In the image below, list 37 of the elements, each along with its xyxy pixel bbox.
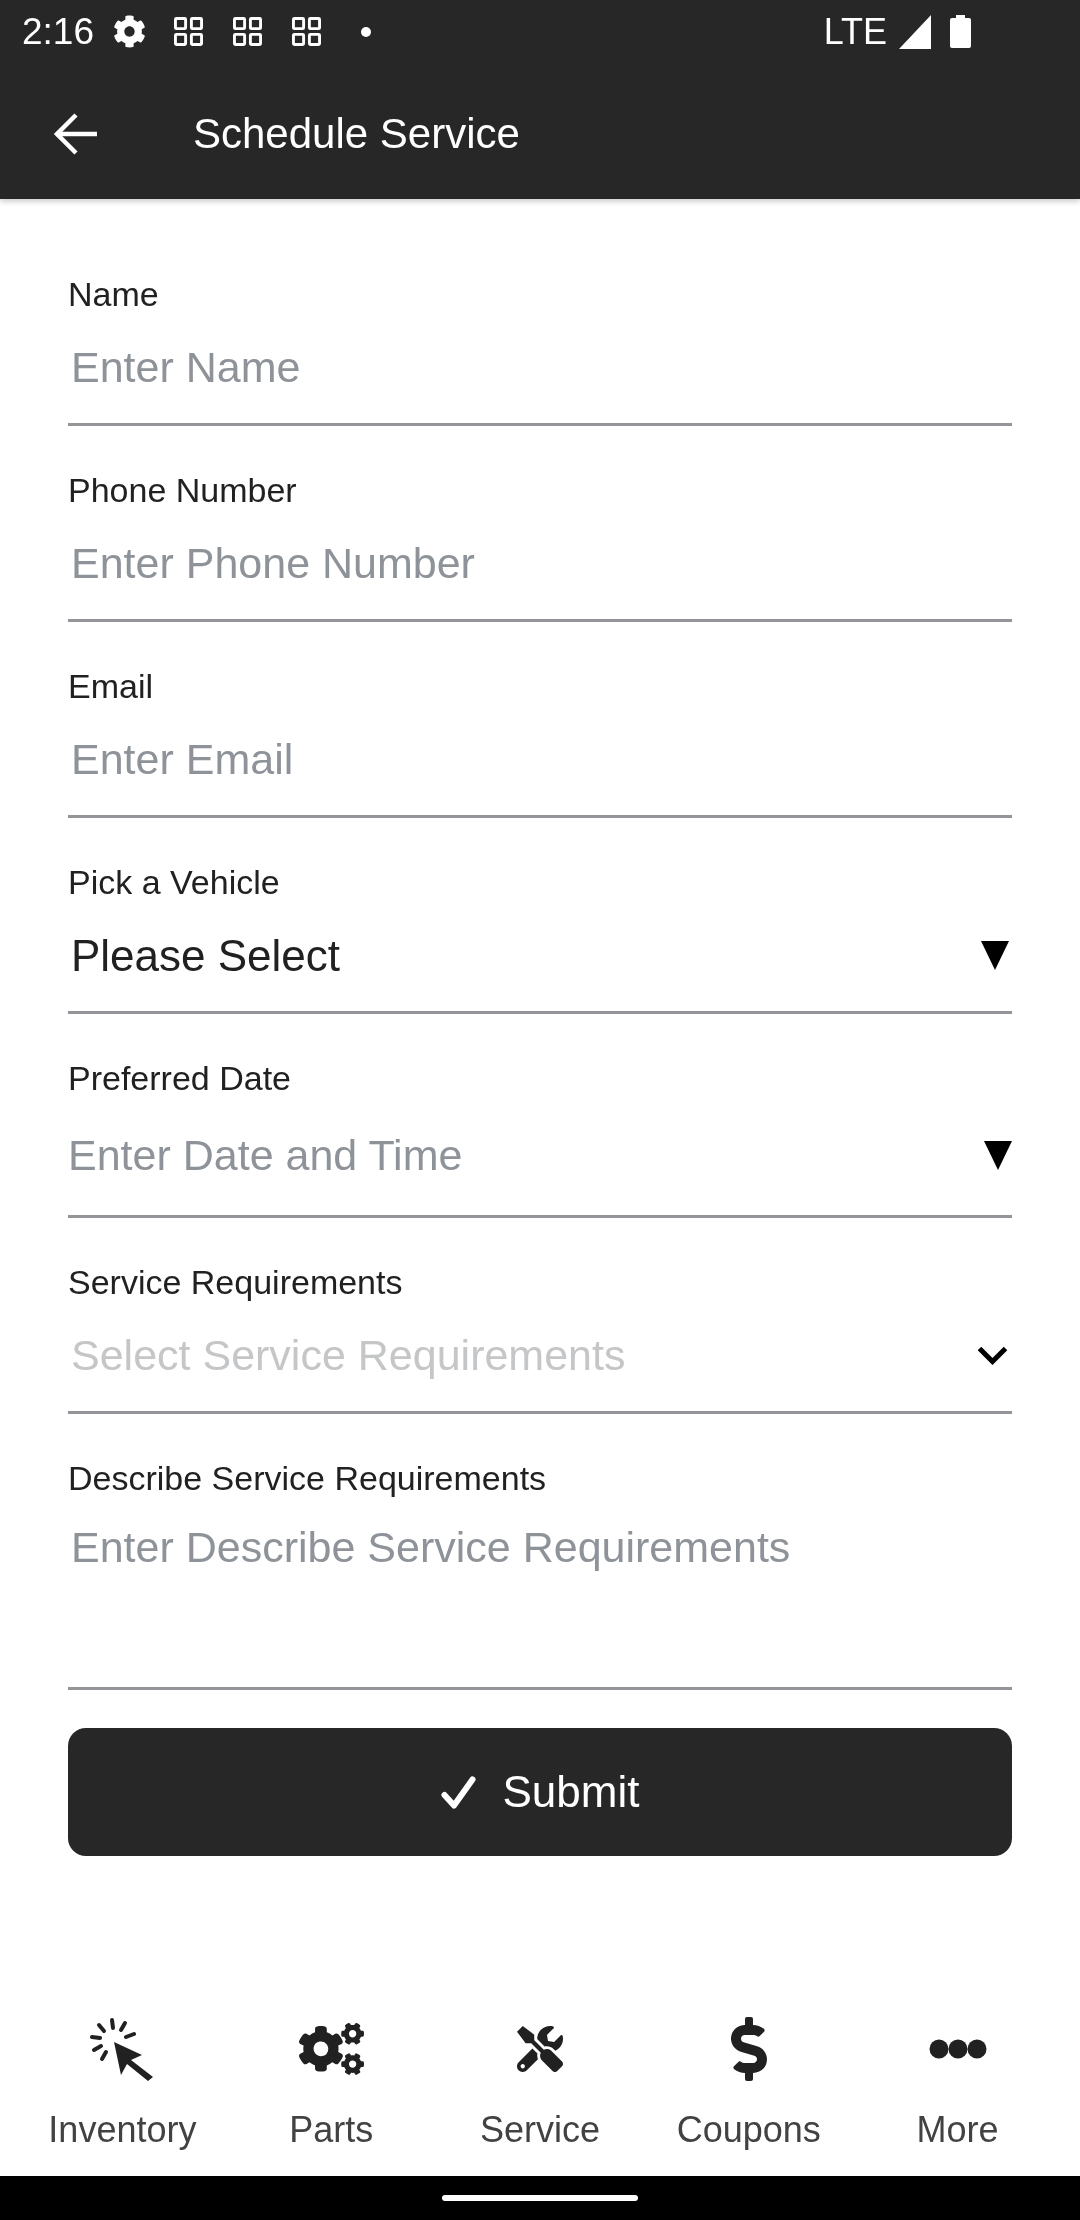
wrench-screwdriver-icon	[517, 2026, 563, 2072]
nav-tab[interactable]: Coupons	[644, 2016, 854, 2150]
nav-tab[interactable]: Service	[435, 2016, 645, 2150]
dropdown[interactable]: Please Select	[68, 900, 1012, 1014]
signal-icon	[899, 14, 931, 49]
field-label: Describe Service Requirements	[68, 1460, 548, 1496]
network-type: LTE	[823, 11, 887, 52]
field-label: Email	[68, 668, 155, 704]
more-icon	[928, 2039, 987, 2059]
cursor-click-icon	[89, 2016, 155, 2082]
nav-tab[interactable]: Parts	[226, 2016, 436, 2150]
field-label: Service Requirements	[68, 1264, 404, 1300]
caret-down-icon	[984, 1141, 1012, 1170]
battery-icon	[950, 15, 971, 48]
submit-button[interactable]: Submit	[68, 1728, 1012, 1856]
grid-icon	[233, 17, 262, 46]
chevron-down-icon	[977, 1346, 1008, 1365]
caret-down-icon	[981, 941, 1009, 970]
field-label: Name	[68, 276, 160, 312]
dot-icon	[361, 26, 371, 37]
field-label: Pick a Vehicle	[68, 864, 281, 900]
settings-icon	[113, 15, 146, 48]
text-area[interactable]: Enter Describe Service Requirements	[68, 1496, 1012, 1690]
text-input[interactable]: Enter Phone Number	[68, 508, 1012, 622]
text-input[interactable]: Enter Name	[68, 312, 1012, 426]
checkmark-icon	[440, 1775, 476, 1809]
field-label: Phone Number	[68, 472, 298, 508]
grid-icon	[292, 17, 321, 46]
screen-title: Schedule Service	[193, 109, 520, 159]
nav-tab[interactable]: More	[853, 2016, 1062, 2150]
field-label: Preferred Date	[68, 1060, 292, 1096]
status-time: 2:16	[22, 11, 94, 52]
text-input[interactable]: Enter Email	[68, 704, 1012, 818]
nav-tab[interactable]: Inventory	[18, 2016, 227, 2150]
dollar-sign-icon	[730, 2017, 767, 2081]
grid-icon	[174, 17, 203, 46]
gears-icon	[298, 2023, 364, 2075]
